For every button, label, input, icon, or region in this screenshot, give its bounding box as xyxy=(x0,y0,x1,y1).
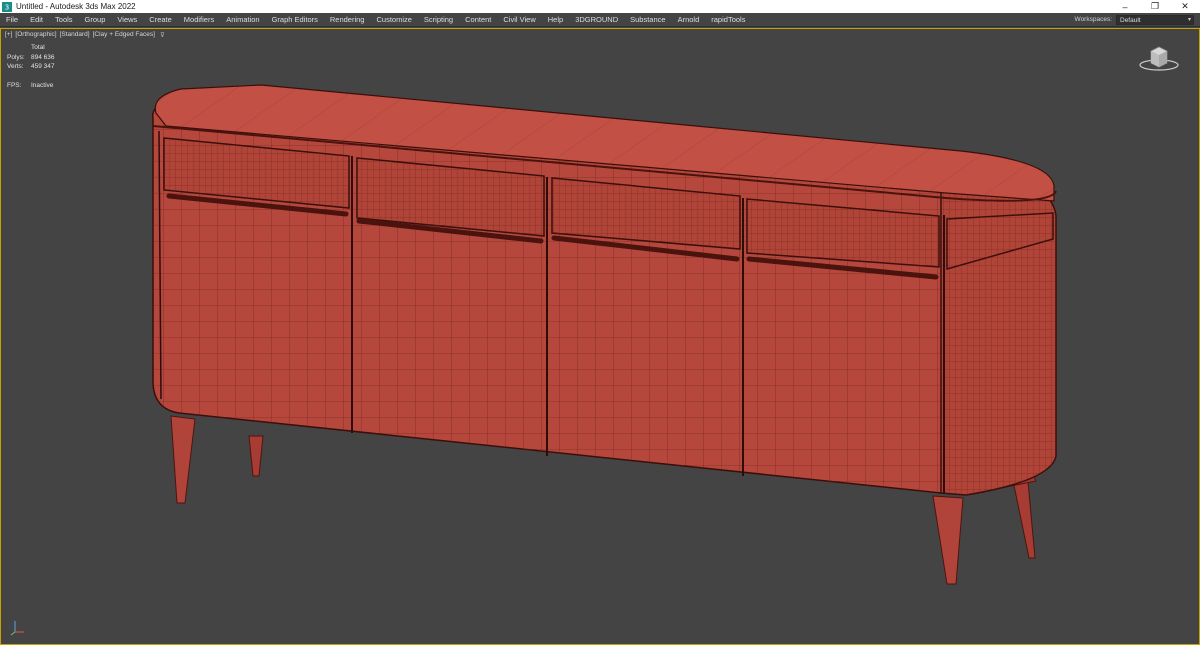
menu-tools[interactable]: Tools xyxy=(49,13,79,27)
minimize-button[interactable]: – xyxy=(1110,0,1140,13)
fps-value: Inactive xyxy=(31,82,54,89)
leg-back-left xyxy=(248,435,264,477)
maximize-button[interactable]: ❐ xyxy=(1140,0,1170,13)
close-button[interactable]: ✕ xyxy=(1170,0,1200,13)
workspace-selector: Workspaces: Default ▾ xyxy=(1075,13,1200,27)
window-title: Untitled - Autodesk 3ds Max 2022 xyxy=(16,2,136,11)
workspace-label: Workspaces: xyxy=(1074,16,1112,23)
leg-front-left xyxy=(170,415,196,504)
menu-views[interactable]: Views xyxy=(111,13,143,27)
polys-value: 894 636 xyxy=(31,53,55,61)
menu-modifiers[interactable]: Modifiers xyxy=(178,13,220,27)
verts-label: Verts: xyxy=(7,63,24,70)
fps-label: FPS: xyxy=(7,82,22,89)
menu-graph-editors[interactable]: Graph Editors xyxy=(266,13,324,27)
menu-animation[interactable]: Animation xyxy=(220,13,265,27)
menu-rapidtools[interactable]: rapidTools xyxy=(705,13,751,27)
menu-help[interactable]: Help xyxy=(542,13,569,27)
menu-content[interactable]: Content xyxy=(459,13,497,27)
menu-arnold[interactable]: Arnold xyxy=(672,13,706,27)
menu-customize[interactable]: Customize xyxy=(370,13,417,27)
verts-value: 459 347 xyxy=(31,63,55,70)
viewport-shading-standard[interactable]: [Standard] xyxy=(60,31,90,39)
menu-bar: File Edit Tools Group Views Create Modif… xyxy=(0,13,1200,27)
viewport-visual-style[interactable]: [Clay + Edged Faces] xyxy=(93,31,155,39)
viewcube-icon[interactable] xyxy=(1137,43,1181,73)
stats-header: Total xyxy=(31,44,45,51)
viewport-point-of-view[interactable]: [Orthographic] xyxy=(15,31,56,39)
menu-group[interactable]: Group xyxy=(79,13,112,27)
svg-text:3: 3 xyxy=(5,3,9,11)
viewport-statistics: Total Polys: 894 636 Verts: 459 347 FPS:… xyxy=(7,43,55,91)
menu-rendering[interactable]: Rendering xyxy=(324,13,371,27)
3dsmax-app-icon: 3 xyxy=(2,1,12,12)
workspace-dropdown[interactable]: Default ▾ xyxy=(1116,14,1194,25)
leg-front-right xyxy=(932,495,964,585)
menu-create[interactable]: Create xyxy=(143,13,178,27)
axis-tripod-icon xyxy=(10,621,24,636)
menu-edit[interactable]: Edit xyxy=(24,13,49,27)
viewport-menu-plus[interactable]: [+] xyxy=(5,31,12,39)
chevron-down-icon: ▾ xyxy=(1187,16,1191,23)
workspace-value: Default xyxy=(1120,16,1141,24)
sideboard-model xyxy=(152,84,1057,585)
menu-substance[interactable]: Substance xyxy=(624,13,671,27)
viewport-labels: [+] [Orthographic] [Standard] [Clay + Ed… xyxy=(5,31,165,39)
menu-3dground[interactable]: 3DGROUND xyxy=(569,13,624,27)
funnel-icon[interactable]: ⊽ xyxy=(160,31,165,39)
title-bar: 3 Untitled - Autodesk 3ds Max 2022 – ❐ ✕ xyxy=(0,0,1200,13)
polys-label: Polys: xyxy=(7,53,25,61)
menu-file[interactable]: File xyxy=(0,13,24,27)
menu-civil-view[interactable]: Civil View xyxy=(497,13,541,27)
perspective-viewport[interactable]: [+] [Orthographic] [Standard] [Clay + Ed… xyxy=(0,28,1200,645)
menu-scripting[interactable]: Scripting xyxy=(418,13,459,27)
